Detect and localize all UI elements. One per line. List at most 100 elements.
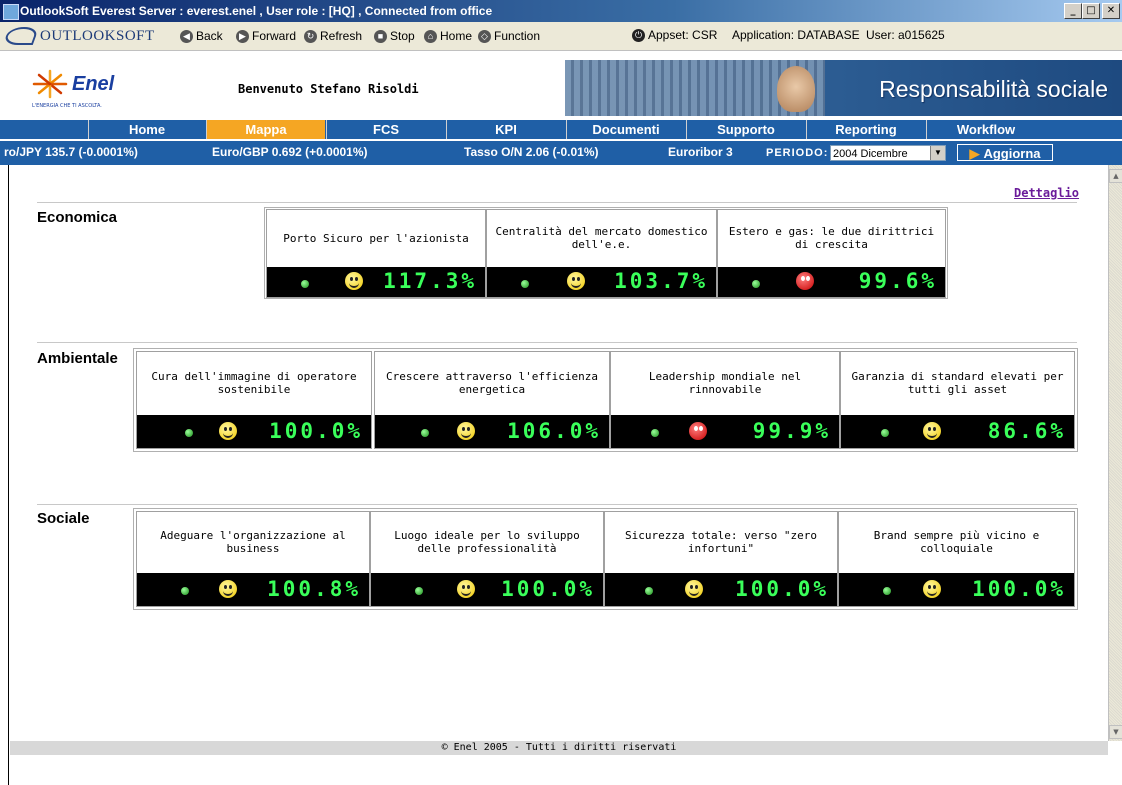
enel-logo-tagline: L'ENERGIA CHE TI ASCOLTA. <box>32 103 102 109</box>
green-led-icon <box>881 429 889 437</box>
tab-kpi[interactable]: KPI <box>446 120 565 139</box>
ticker-item: Euro/GBP 0.692 (+0.0001%) <box>212 145 368 159</box>
forward-icon: ▶ <box>236 29 249 43</box>
section-title-economica: Economica <box>37 209 118 226</box>
stop-label: Stop <box>390 29 415 43</box>
green-led-icon <box>301 280 309 288</box>
smiley-happy-icon <box>923 422 941 440</box>
home-button[interactable]: ⌂ Home <box>424 28 472 44</box>
dettaglio-link[interactable]: Dettaglio <box>1014 186 1079 200</box>
kpi-value: 86.6% <box>987 419 1066 443</box>
periodo-label: PERIODO: <box>766 147 829 159</box>
green-led-icon <box>421 429 429 437</box>
kpi-label: Adeguare l'organizzazione al business <box>160 529 346 555</box>
function-button[interactable]: ◇ Function <box>478 28 540 44</box>
smiley-happy-icon <box>457 580 475 598</box>
enel-logo: Enel L'ENERGIA CHE TI ASCOLTA. <box>30 69 140 115</box>
minimize-button[interactable]: _ <box>1064 3 1082 19</box>
tab-reporting[interactable]: Reporting <box>806 120 925 139</box>
enel-star-icon <box>32 69 68 99</box>
outlooksoft-swoosh-icon <box>2 27 40 45</box>
aggiorna-button[interactable]: ▶ Aggiorna <box>957 144 1053 161</box>
kpi-card[interactable]: Crescere attraverso l'efficienza energet… <box>374 351 610 449</box>
green-led-icon <box>521 280 529 288</box>
close-button[interactable]: ✕ <box>1102 3 1120 19</box>
kpi-value-panel: 117.3% <box>267 267 485 297</box>
tab-fcs[interactable]: FCS <box>326 120 445 139</box>
section-divider <box>37 202 1077 203</box>
smiley-sad-icon <box>796 272 814 290</box>
kpi-card[interactable]: Estero e gas: le due dirittrici di cresc… <box>717 209 946 298</box>
power-icon: ⏻ <box>632 29 645 42</box>
window-title: OutlookSoft Everest Server : everest.ene… <box>20 4 493 18</box>
back-icon: ◀ <box>180 29 193 43</box>
scroll-up-arrow-icon[interactable]: ▲ <box>1109 169 1122 183</box>
stop-button[interactable]: ■ Stop <box>374 28 415 44</box>
forward-label: Forward <box>252 29 297 43</box>
kpi-card[interactable]: Adeguare l'organizzazione al business 10… <box>136 511 370 607</box>
kpi-label: Crescere attraverso l'efficienza energet… <box>386 370 598 396</box>
aggiorna-label: Aggiorna <box>983 146 1041 161</box>
maximize-button[interactable]: □ <box>1082 3 1100 19</box>
kpi-value-panel: 100.0% <box>371 573 603 606</box>
section-divider <box>37 342 1077 343</box>
scroll-down-arrow-icon[interactable]: ▼ <box>1109 725 1122 739</box>
kpi-label: Luogo ideale per lo sviluppo delle profe… <box>394 529 580 555</box>
kpi-value: 100.0% <box>269 419 363 443</box>
kpi-value: 100.0% <box>735 577 829 601</box>
kpi-card[interactable]: Sicurezza totale: verso "zero infortuni"… <box>604 511 838 607</box>
appset-info: Appset: CSR <box>648 28 718 42</box>
kpi-value: 99.9% <box>752 419 831 443</box>
kpi-card[interactable]: Brand sempre più vicino e colloquiale 10… <box>838 511 1075 607</box>
vertical-scrollbar[interactable]: ▲ ▼ <box>1108 165 1122 741</box>
smiley-happy-icon <box>345 272 363 290</box>
kpi-value-panel: 100.8% <box>137 573 369 606</box>
kpi-label: Centralità del mercato domestico dell'e.… <box>495 225 708 251</box>
tab-supporto[interactable]: Supporto <box>686 120 805 139</box>
kpi-value-panel: 99.6% <box>718 267 945 297</box>
user-info: User: a015625 <box>866 28 945 42</box>
window-title-bar: OutlookSoft Everest Server : everest.ene… <box>0 0 1122 22</box>
green-led-icon <box>415 587 423 595</box>
kpi-label: Garanzia di standard elevati per tutti g… <box>851 370 1064 396</box>
kpi-card[interactable]: Porto Sicuro per l'azionista 117.3% <box>266 209 486 298</box>
green-led-icon <box>185 429 193 437</box>
section-title-ambientale: Ambientale <box>37 350 118 367</box>
kpi-card[interactable]: Centralità del mercato domestico dell'e.… <box>486 209 717 298</box>
refresh-label: Refresh <box>320 29 363 43</box>
kpi-value-panel: 100.0% <box>605 573 837 606</box>
kpi-value-panel: 86.6% <box>841 415 1074 448</box>
smiley-happy-icon <box>923 580 941 598</box>
tab-mappa[interactable]: Mappa <box>206 120 325 139</box>
refresh-button[interactable]: ↻ Refresh <box>304 28 362 44</box>
app-icon <box>3 4 19 20</box>
kpi-value: 100.0% <box>972 577 1066 601</box>
outlooksoft-logo: OUTLOOKSOFT <box>2 26 155 46</box>
tab-home[interactable]: Home <box>88 120 205 139</box>
function-label: Function <box>494 29 541 43</box>
section-divider <box>37 504 1077 505</box>
back-label: Back <box>196 29 223 43</box>
welcome-message: Benvenuto Stefano Risoldi <box>238 82 419 96</box>
outlooksoft-brand: OUTLOOKSOFT <box>40 27 155 44</box>
kpi-value: 100.8% <box>267 577 361 601</box>
tab-documenti[interactable]: Documenti <box>566 120 685 139</box>
kpi-card[interactable]: Garanzia di standard elevati per tutti g… <box>840 351 1075 449</box>
home-label: Home <box>440 29 473 43</box>
periodo-select[interactable]: 2004 Dicembre ▼ <box>830 145 946 161</box>
tab-workflow[interactable]: Workflow <box>926 120 1045 139</box>
kpi-value-panel: 103.7% <box>487 267 716 297</box>
header-banner: Responsabilità sociale <box>565 60 1122 116</box>
kpi-card[interactable]: Cura dell'immagine di operatore sostenib… <box>136 351 372 449</box>
kpi-label: Leadership mondiale nel rinnovabile <box>648 370 802 396</box>
refresh-icon: ↻ <box>304 29 317 43</box>
back-button[interactable]: ◀ Back <box>180 28 223 44</box>
chevron-down-icon[interactable]: ▼ <box>930 146 945 160</box>
kpi-card[interactable]: Leadership mondiale nel rinnovabile 99.9… <box>610 351 840 449</box>
kpi-label: Sicurezza totale: verso "zero infortuni" <box>624 529 818 555</box>
kpi-card[interactable]: Luogo ideale per lo sviluppo delle profe… <box>370 511 604 607</box>
forward-button[interactable]: ▶ Forward <box>236 28 296 44</box>
frame-border <box>8 165 9 785</box>
kpi-group-economica: Porto Sicuro per l'azionista 117.3% Cent… <box>264 207 948 299</box>
section-title-sociale: Sociale <box>37 510 90 527</box>
